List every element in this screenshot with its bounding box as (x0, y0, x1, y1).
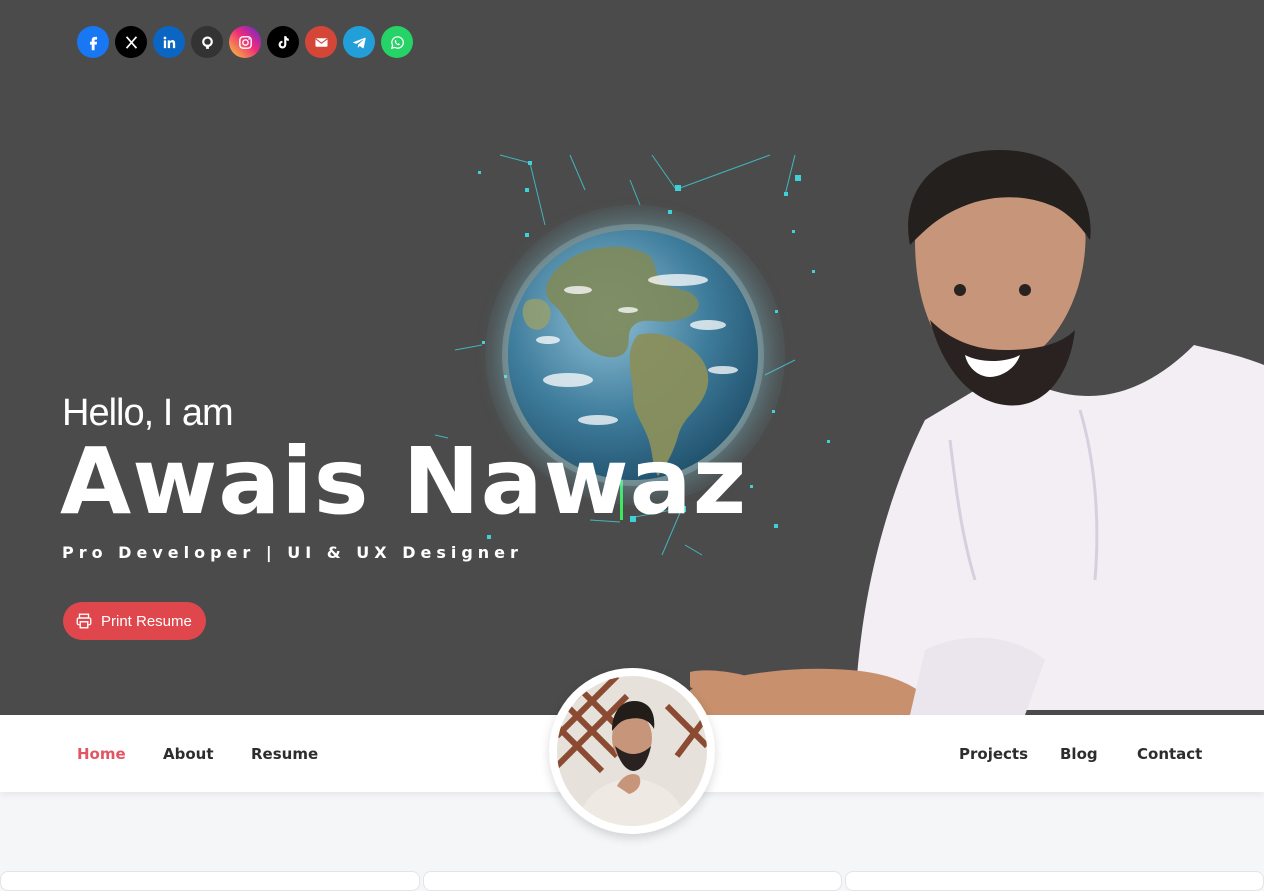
hero-name: Awais Nawaz (60, 428, 748, 535)
telegram-link[interactable] (343, 26, 375, 58)
card-edge (845, 871, 1264, 891)
x-link[interactable] (115, 26, 147, 58)
x-icon (125, 35, 137, 49)
print-resume-button[interactable]: Print Resume (63, 602, 206, 640)
avatar-image (557, 676, 707, 826)
nav-resume[interactable]: Resume (251, 745, 318, 763)
instagram-icon (238, 35, 252, 49)
profile-portrait-image (690, 150, 1264, 715)
nav-about[interactable]: About (163, 745, 214, 763)
tiktok-icon (278, 35, 289, 49)
nav-blog[interactable]: Blog (1060, 745, 1098, 763)
github-icon (201, 35, 213, 49)
hero-section: Hello, I am Awais Nawaz Pro Developer | … (0, 0, 1264, 715)
envelope-icon (314, 37, 328, 47)
hero-tagline: Pro Developer | UI & UX Designer (62, 543, 523, 562)
linkedin-link[interactable] (153, 26, 185, 58)
nav-home[interactable]: Home (77, 745, 126, 763)
section-cards-edge (0, 871, 1264, 891)
linkedin-icon (163, 36, 175, 48)
facebook-icon (89, 36, 97, 50)
nav-projects[interactable]: Projects (959, 745, 1028, 763)
whatsapp-link[interactable] (381, 26, 413, 58)
instagram-link[interactable] (229, 26, 261, 58)
github-link[interactable] (191, 26, 223, 58)
social-links (77, 26, 413, 58)
tiktok-link[interactable] (267, 26, 299, 58)
nav-contact[interactable]: Contact (1137, 745, 1202, 763)
telegram-icon (352, 37, 366, 48)
card-edge (423, 871, 842, 891)
card-edge (0, 871, 420, 891)
whatsapp-icon (390, 35, 404, 49)
print-resume-label: Print Resume (101, 612, 192, 630)
printer-icon (76, 613, 92, 629)
email-link[interactable] (305, 26, 337, 58)
facebook-link[interactable] (77, 26, 109, 58)
nav-avatar[interactable] (549, 668, 715, 834)
